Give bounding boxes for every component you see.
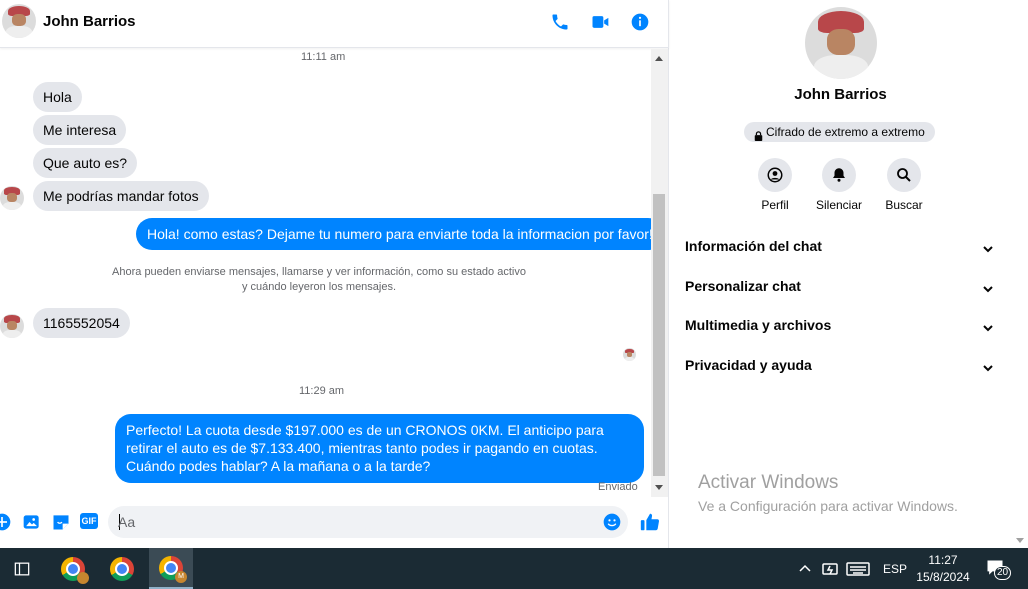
section-chat-info[interactable]: Información del chat (684, 228, 997, 264)
messenger-app: John Barrios 11:11 am Hola Me interesa Q… (0, 0, 1028, 548)
clock-time: 11:27 (928, 553, 958, 567)
encryption-label: Cifrado de extremo a extremo (766, 125, 925, 139)
delivery-status: Enviado (598, 481, 638, 493)
chrome-active-window-icon[interactable]: M (149, 548, 193, 589)
language-label: ESP (883, 561, 908, 576)
profile-action-label: Perfil (761, 198, 789, 212)
profile-action[interactable]: Perfil (745, 158, 805, 212)
chat-pane: John Barrios 11:11 am Hola Me interesa Q… (0, 0, 669, 548)
thumbs-up-icon[interactable] (639, 511, 661, 533)
video-camera-icon[interactable] (589, 11, 611, 33)
lock-icon (754, 127, 763, 141)
info-icon[interactable] (629, 11, 651, 33)
search-action[interactable]: Buscar (874, 158, 934, 212)
conversation-info-panel: John Barrios Cifrado de extremo a extrem… (670, 0, 1011, 548)
seen-avatar (623, 348, 636, 361)
scroll-down-arrow[interactable] (655, 485, 663, 490)
sender-avatar[interactable] (0, 314, 24, 338)
chrome-icon (61, 556, 89, 584)
section-label: Multimedia y archivos (685, 317, 832, 333)
search-action-label: Buscar (885, 198, 923, 212)
photo-icon[interactable] (22, 512, 42, 532)
chevron-down-icon (983, 241, 993, 253)
chevron-down-icon (983, 320, 993, 332)
show-hidden-icons[interactable] (798, 548, 812, 589)
incoming-message[interactable]: 1165552054 (33, 308, 130, 338)
notifications-icon[interactable]: 20 (985, 558, 1013, 580)
bell-icon[interactable] (822, 158, 856, 192)
chrome-icon (110, 556, 134, 581)
contact-avatar[interactable] (2, 4, 36, 38)
emoji-icon[interactable] (602, 512, 622, 532)
page-scrollbar[interactable] (1011, 0, 1028, 548)
chrome-icon: M (159, 555, 187, 583)
task-view-icon[interactable] (0, 548, 44, 589)
chrome-icon[interactable] (100, 548, 144, 589)
message-list: 11:11 am Hola Me interesa Que auto es? M… (0, 49, 651, 497)
header-actions (549, 11, 651, 33)
system-notice-line: y cuándo leyeron los mensajes. (241, 281, 397, 293)
gif-icon[interactable]: GIF (80, 513, 98, 529)
outgoing-message[interactable]: Perfecto! La cuota desde $197.000 es de … (115, 414, 644, 483)
activation-watermark-subtitle: Ve a Configuración para activar Windows. (698, 498, 958, 514)
chevron-up-icon (799, 564, 811, 572)
chat-scrollbar[interactable] (651, 49, 668, 497)
chevron-down-icon (983, 360, 993, 372)
incoming-message[interactable]: Me interesa (33, 115, 127, 145)
incoming-message[interactable]: Hola (33, 82, 82, 112)
chrome-profile-badge (77, 571, 89, 584)
chevron-down-icon (983, 281, 993, 293)
scroll-up-arrow[interactable] (655, 56, 663, 61)
chat-header: John Barrios (0, 0, 669, 48)
sender-avatar[interactable] (0, 186, 24, 210)
profile-icon[interactable] (758, 158, 792, 192)
activation-watermark-title: Activar Windows (698, 472, 839, 493)
search-icon[interactable] (887, 158, 921, 192)
message-input-box[interactable] (108, 506, 628, 538)
windows-taskbar: M ESP 11:27 15/8/2024 20 (0, 548, 1028, 589)
profile-name: John Barrios (794, 86, 887, 103)
battery-icon[interactable] (821, 548, 839, 589)
incoming-message[interactable]: Me podrías mandar fotos (33, 181, 209, 211)
clock-date: 15/8/2024 (916, 570, 970, 584)
system-clock[interactable]: 11:27 15/8/2024 (912, 552, 974, 586)
contact-name[interactable]: John Barrios (43, 13, 136, 30)
phone-icon[interactable] (549, 11, 571, 33)
chrome-profile-badge: M (175, 570, 187, 583)
incoming-message[interactable]: Que auto es? (33, 148, 138, 178)
scroll-down-arrow[interactable] (1016, 538, 1024, 543)
section-privacy-help[interactable]: Privacidad y ayuda (684, 347, 997, 383)
sticker-icon[interactable] (51, 512, 71, 532)
timestamp: 11:29 am (299, 385, 345, 397)
section-label: Privacidad y ayuda (685, 357, 812, 373)
notification-count: 20 (994, 566, 1011, 580)
scroll-thumb[interactable] (653, 194, 665, 476)
mute-action-label: Silenciar (815, 198, 863, 212)
timestamp: 11:11 am (301, 51, 346, 63)
chrome-profile-icon[interactable] (51, 548, 95, 589)
system-notice: Ahora pueden enviarse mensajes, llamarse… (104, 265, 534, 295)
language-indicator[interactable]: ESP (883, 548, 907, 589)
message-composer: GIF (0, 500, 669, 545)
encryption-badge[interactable]: Cifrado de extremo a extremo (744, 122, 935, 142)
outgoing-message[interactable]: Hola! como estas? Dejame tu numero para … (136, 218, 651, 250)
message-input[interactable] (118, 512, 588, 532)
system-notice-line: Ahora pueden enviarse mensajes, llamarse… (112, 266, 526, 278)
plus-icon[interactable] (0, 512, 12, 532)
section-label: Personalizar chat (685, 278, 801, 294)
section-label: Información del chat (685, 238, 822, 254)
mute-action[interactable]: Silenciar (809, 158, 869, 212)
section-media-files[interactable]: Multimedia y archivos (684, 307, 997, 343)
section-customize-chat[interactable]: Personalizar chat (684, 268, 997, 304)
profile-avatar[interactable] (805, 7, 877, 79)
keyboard-icon[interactable] (846, 548, 870, 589)
